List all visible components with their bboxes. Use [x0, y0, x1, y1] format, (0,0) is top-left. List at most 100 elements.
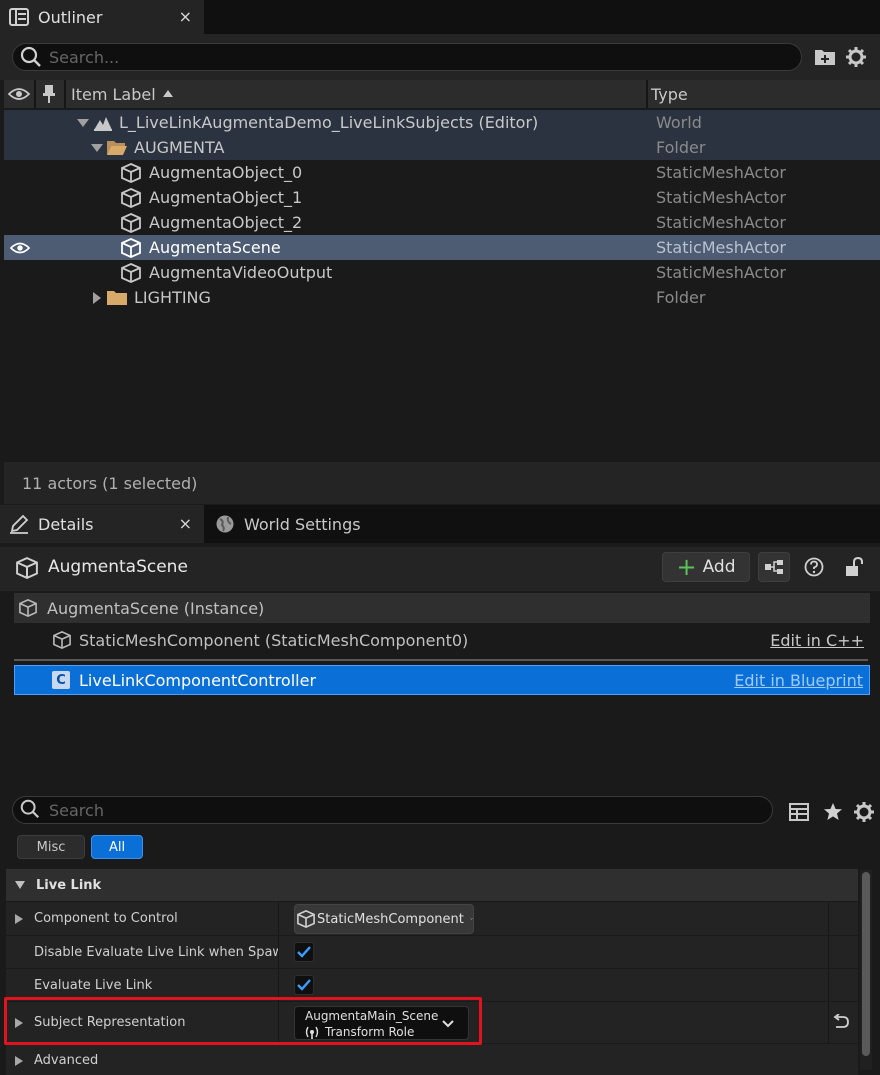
property-component-to-control: Component to Control StaticMeshComponent [6, 901, 858, 935]
tab-world-settings[interactable]: World Settings [206, 505, 406, 543]
component-label: StaticMeshComponent (StaticMeshComponent… [79, 630, 469, 650]
expanded-arrow-icon [77, 119, 89, 127]
tree-row-label: AugmentaScene [149, 238, 281, 257]
tree-row-label: LIGHTING [134, 288, 211, 307]
tree-row-world[interactable]: L_LiveLinkAugmentaDemo_LiveLinkSubjects … [4, 110, 880, 135]
add-component-button[interactable]: + Add [662, 552, 750, 582]
property-search-box[interactable] [12, 796, 773, 824]
collapsed-arrow-icon[interactable] [14, 913, 24, 925]
component-row-instance[interactable]: AugmentaScene (Instance) [14, 593, 870, 623]
tree-row-label: L_LiveLinkAugmentaDemo_LiveLinkSubjects … [119, 113, 539, 132]
tree-row-type: Folder [656, 138, 706, 157]
chevron-down-icon [442, 1020, 454, 1028]
outliner-tabbar: Outliner × [0, 0, 880, 34]
tab-outliner[interactable]: Outliner × [0, 0, 204, 34]
checkmark-icon [297, 979, 311, 991]
expanded-arrow-icon [91, 144, 103, 152]
broadcast-icon [305, 1025, 319, 1039]
outliner-search-box[interactable] [12, 43, 802, 71]
reset-to-default-icon[interactable] [832, 1014, 850, 1030]
details-panel: Details × World Settings AugmentaScene +… [0, 505, 880, 1075]
static-mesh-icon [52, 631, 72, 649]
subject-role: Transform Role [325, 1025, 415, 1039]
subject-representation-dropdown[interactable]: AugmentaMain_Scene Transform Role [294, 1006, 469, 1040]
outliner-panel: Outliner × Item Label Typ [0, 0, 880, 505]
column-type[interactable]: Type [651, 80, 688, 108]
filter-all-button[interactable]: All [91, 835, 143, 859]
pin-column-icon[interactable] [42, 80, 62, 108]
tree-row-type: StaticMeshActor [656, 238, 786, 257]
component-row-livelink-controller[interactable]: C LiveLinkComponentController Edit in Bl… [14, 665, 870, 695]
star-icon[interactable] [820, 799, 846, 825]
tab-details[interactable]: Details × [0, 505, 204, 543]
edit-in-cpp-link[interactable]: Edit in C++ [770, 631, 864, 650]
tree-row-type: StaticMeshActor [656, 163, 786, 182]
visibility-eye-icon[interactable] [10, 238, 30, 258]
property-name: Subject Representation [34, 1015, 186, 1030]
component-label: LiveLinkComponentController [79, 670, 317, 690]
column-item-label[interactable]: Item Label [71, 80, 174, 108]
checkmark-icon [297, 946, 311, 958]
tree-row-label: AugmentaObject_0 [149, 163, 303, 182]
collapsed-arrow-icon[interactable] [14, 1055, 24, 1067]
tree-row-actor[interactable]: AugmentaObject_2 StaticMeshActor [4, 210, 880, 235]
tree-row-folder-augmenta[interactable]: AUGMENTA Folder [4, 135, 880, 160]
tree-row-folder-lighting[interactable]: LIGHTING Folder [4, 285, 880, 310]
tree-row-actor[interactable]: AugmentaObject_1 StaticMeshActor [4, 185, 880, 210]
tree-row-label: AugmentaObject_1 [149, 188, 303, 207]
outliner-status: 11 actors (1 selected) [4, 462, 880, 504]
category-live-link[interactable]: Live Link [6, 869, 858, 901]
details-tabbar: Details × World Settings [0, 505, 880, 543]
outliner-search-input[interactable] [49, 47, 759, 67]
add-label: Add [702, 557, 736, 577]
expanded-arrow-icon [15, 881, 25, 889]
tree-row-type: StaticMeshActor [656, 188, 786, 207]
disable-evaluate-checkbox[interactable] [294, 942, 314, 962]
tree-row-actor[interactable]: AugmentaObject_0 StaticMeshActor [4, 160, 880, 185]
static-mesh-icon [16, 557, 38, 579]
tree-row-actor-selected[interactable]: AugmentaScene StaticMeshActor [4, 235, 880, 260]
static-mesh-icon [120, 262, 142, 284]
table-view-icon[interactable] [786, 799, 812, 825]
property-advanced: Advanced [6, 1043, 858, 1075]
static-mesh-icon [18, 599, 38, 617]
edit-in-blueprint-link[interactable]: Edit in Blueprint [734, 671, 863, 690]
tree-row-type: Folder [656, 288, 706, 307]
collapsed-arrow-icon[interactable] [14, 1017, 24, 1029]
blueprint-hierarchy-icon[interactable] [758, 552, 790, 582]
gear-icon[interactable] [851, 799, 877, 825]
outliner-column-header: Item Label Type [4, 80, 880, 108]
unlock-icon[interactable] [838, 552, 870, 582]
close-icon[interactable]: × [179, 7, 192, 26]
close-icon[interactable]: × [179, 514, 192, 533]
pencil-icon [8, 513, 30, 535]
component-row-static-mesh[interactable]: StaticMeshComponent (StaticMeshComponent… [14, 625, 870, 655]
tree-row-type: World [656, 113, 702, 132]
property-search-row [0, 793, 880, 831]
actor-name[interactable]: AugmentaScene [48, 557, 188, 577]
component-label: AugmentaScene (Instance) [47, 598, 265, 618]
details-scrollbar[interactable] [860, 870, 872, 1070]
outliner-search-row [0, 34, 880, 80]
evaluate-live-link-checkbox[interactable] [294, 975, 314, 995]
property-search-input[interactable] [49, 800, 733, 820]
filter-misc-button[interactable]: Misc [17, 835, 85, 859]
search-icon [19, 45, 43, 69]
component-divider [14, 659, 868, 661]
tree-row-actor[interactable]: AugmentaVideoOutput StaticMeshActor [4, 260, 880, 285]
search-icon [19, 798, 43, 822]
help-icon[interactable] [798, 552, 830, 582]
static-mesh-icon [120, 212, 142, 234]
dropdown-value: StaticMeshComponent [317, 911, 464, 927]
add-folder-icon[interactable] [812, 44, 838, 70]
tree-row-label: AugmentaVideoOutput [149, 263, 333, 282]
property-name: Advanced [34, 1053, 99, 1068]
chevron-down-icon [470, 918, 473, 920]
tab-world-settings-label: World Settings [244, 514, 361, 534]
gear-icon[interactable] [843, 44, 869, 70]
property-name: Disable Evaluate Live Link when Spawna..… [34, 945, 278, 960]
visibility-column-eye-icon[interactable] [8, 80, 34, 108]
tree-row-label: AugmentaObject_2 [149, 213, 303, 232]
component-to-control-dropdown[interactable]: StaticMeshComponent [294, 904, 474, 934]
scrollbar-thumb[interactable] [862, 872, 870, 1056]
